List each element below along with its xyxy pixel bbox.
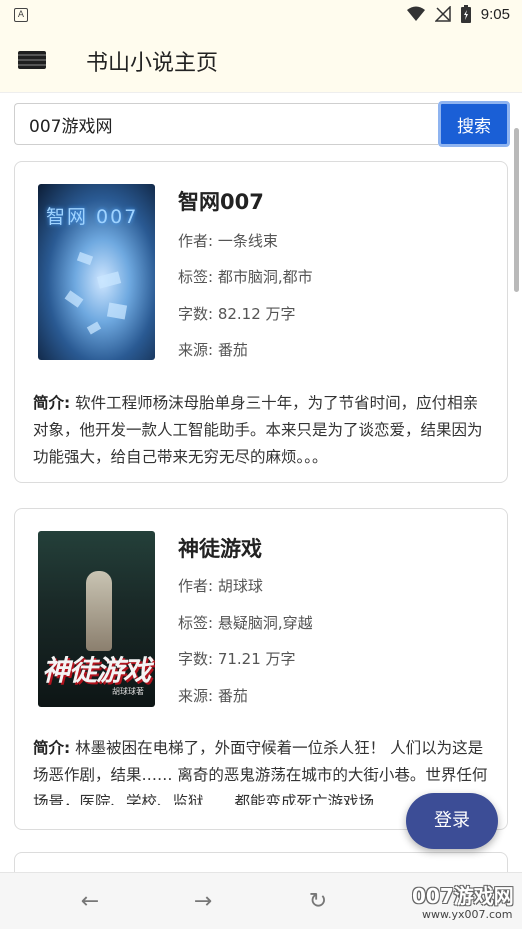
cover-figure (86, 571, 112, 651)
book-title[interactable]: 智网007 (178, 186, 264, 216)
status-bar: A 9:05 (0, 0, 522, 30)
book-author: 作者: 一条线束 (178, 232, 278, 250)
book-title[interactable]: 神徒游戏 (178, 533, 262, 563)
app-bar: 书山小说主页 (0, 30, 522, 93)
system-icons: 9:05 (406, 5, 510, 23)
book-card[interactable]: 神徒游戏 胡球球著 神徒游戏 作者: 胡球球 标签: 悬疑脑洞,穿越 字数: 7… (14, 508, 508, 830)
wifi-icon (406, 6, 425, 21)
book-author: 作者: 胡球球 (178, 577, 263, 595)
book-card[interactable]: 智网 007 智网007 作者: 一条线束 标签: 都市脑洞,都市 字数: 82… (14, 161, 508, 483)
scrollbar-thumb[interactable] (514, 128, 519, 292)
search-input[interactable] (14, 103, 438, 145)
watermark-logo: 007游戏网 (412, 884, 514, 908)
watermark-url: www.yx007.com (422, 908, 513, 921)
cover-subtitle: 胡球球著 (112, 687, 144, 696)
book-cover[interactable]: 神徒游戏 胡球球著 (38, 531, 155, 707)
no-signal-icon (434, 6, 451, 22)
cover-title: 神徒游戏 (42, 654, 151, 687)
book-source: 来源: 番茄 (178, 341, 248, 359)
cover-title: 智网 007 (46, 206, 139, 228)
status-time: 9:05 (480, 5, 510, 23)
app-indicator-icon: A (14, 8, 28, 22)
login-button[interactable]: 登录 (406, 793, 498, 849)
battery-icon (460, 5, 471, 23)
forward-arrow-icon[interactable]: → (188, 887, 218, 917)
search-button[interactable]: 搜索 (438, 101, 510, 147)
book-tags: 标签: 都市脑洞,都市 (178, 268, 313, 286)
refresh-icon[interactable]: ↻ (303, 887, 333, 917)
page-title: 书山小说主页 (86, 51, 219, 76)
watermark: 007游戏网 www.yx007.com (412, 880, 520, 926)
search-bar: 搜索 (14, 101, 510, 147)
book-intro: 简介: 软件工程师杨沫母胎单身三十年，为了节省时间，应付相亲对象，他开发一款人工… (33, 394, 483, 466)
menu-icon[interactable] (18, 51, 46, 69)
book-word-count: 字数: 82.12 万字 (178, 305, 296, 323)
back-arrow-icon[interactable]: ← (75, 887, 105, 917)
book-tags: 标签: 悬疑脑洞,穿越 (178, 614, 313, 632)
book-source: 来源: 番茄 (178, 687, 248, 705)
book-word-count: 字数: 71.21 万字 (178, 650, 296, 668)
book-cover[interactable]: 智网 007 (38, 184, 155, 360)
